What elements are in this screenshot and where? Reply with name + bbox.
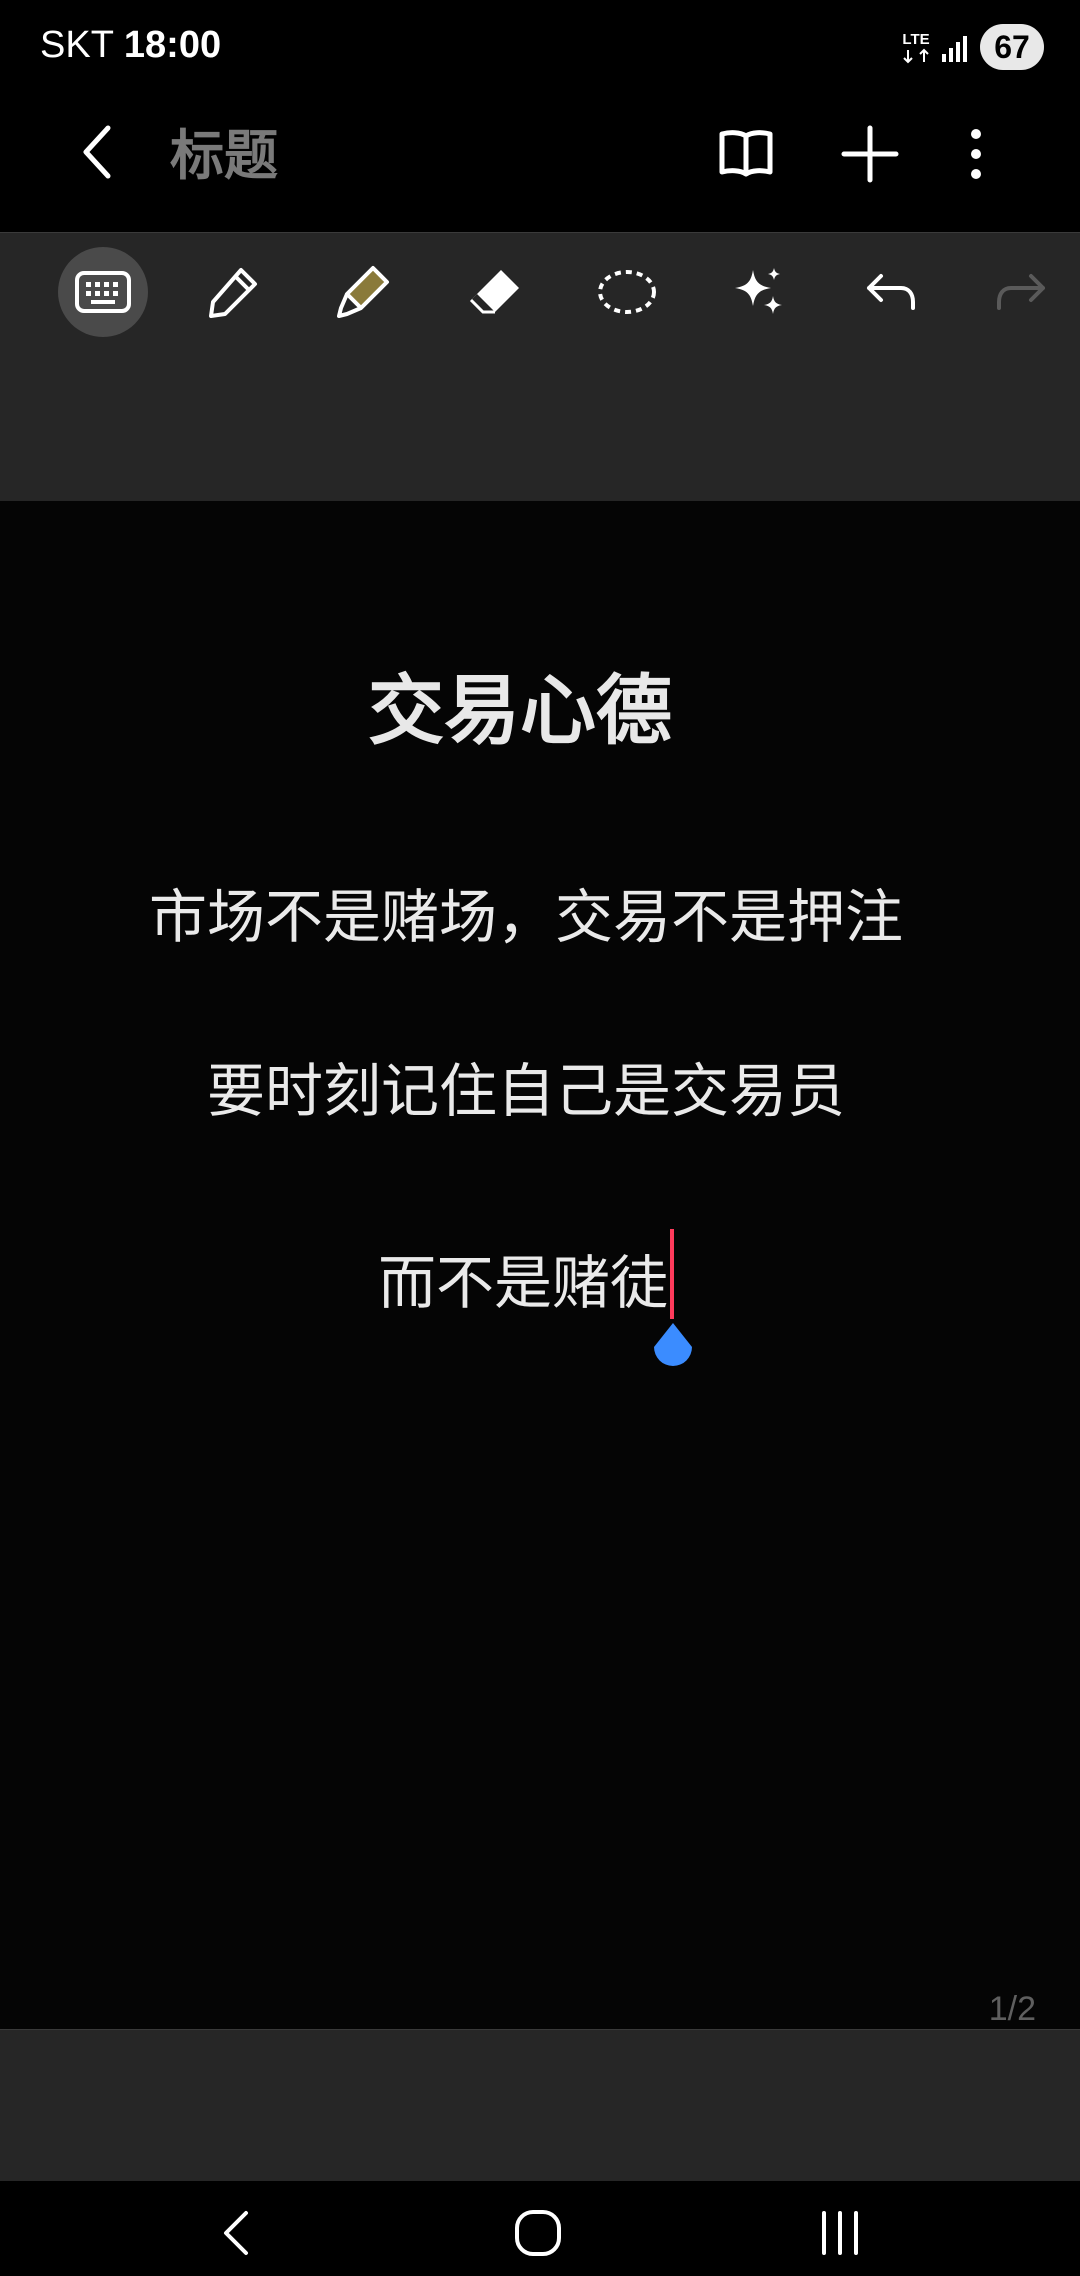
add-page-icon[interactable] [838,122,902,186]
nav-recents-icon[interactable] [810,2203,870,2263]
redo-icon [997,274,1045,310]
undo-button[interactable] [846,247,936,337]
page-indicator: 1/2 [988,1990,1036,2028]
book-view-icon[interactable] [714,122,778,186]
text-caret [670,1229,674,1319]
nav-back-icon[interactable] [206,2203,266,2263]
note-line-3[interactable]: 而不是赌徒 [0,1229,1052,1323]
ai-assist-tool-button[interactable] [714,247,804,337]
note-title[interactable]: 标题 [170,124,278,188]
cursor-handle[interactable] [650,1321,696,1373]
pen-icon [209,268,257,318]
note-line-1[interactable]: 市场不是赌场，交易不是押注 [0,877,1052,957]
drawing-toolbar [0,232,1080,352]
note-line-3-text[interactable]: 而不是赌徒 [378,1249,668,1317]
lte-icon: LTE [902,31,930,64]
canvas-top-margin [0,351,1080,501]
eraser-tool-button[interactable] [450,247,540,337]
lte-label: LTE [902,31,929,48]
redo-button[interactable] [976,247,1066,337]
carrier-name: SKT [40,24,114,66]
signal-icon [942,36,967,62]
status-time: 18:00 [123,24,222,66]
highlighter-icon [337,266,389,318]
keyboard-tool-button[interactable] [58,247,148,337]
eraser-icon [469,270,519,314]
sparkle-icon [735,268,782,314]
canvas-bottom-margin [0,2029,1080,2182]
battery-indicator: 67 [980,24,1044,70]
app-bar: 标题 [0,96,1080,232]
nav-home-icon[interactable] [508,2203,568,2263]
more-options-icon[interactable] [944,122,1008,186]
status-carrier-time: SKT 18:00 [40,24,221,67]
highlighter-tool-button[interactable] [318,247,408,337]
back-button[interactable] [70,122,130,182]
note-heading[interactable]: 交易心德 [0,663,1040,759]
undo-icon [867,274,915,310]
system-nav-bar [0,2181,1080,2276]
note-page-canvas[interactable]: 交易心德 市场不是赌场，交易不是押注 要时刻记住自己是交易员 而不是赌徒 1/2 [0,501,1080,2029]
lasso-tool-button[interactable] [582,247,672,337]
keyboard-icon [75,271,131,313]
note-line-2[interactable]: 要时刻记住自己是交易员 [0,1051,1052,1131]
status-bar: SKT 18:00 LTE 67 [0,0,1080,96]
pen-tool-button[interactable] [188,247,278,337]
lasso-icon [598,270,656,314]
